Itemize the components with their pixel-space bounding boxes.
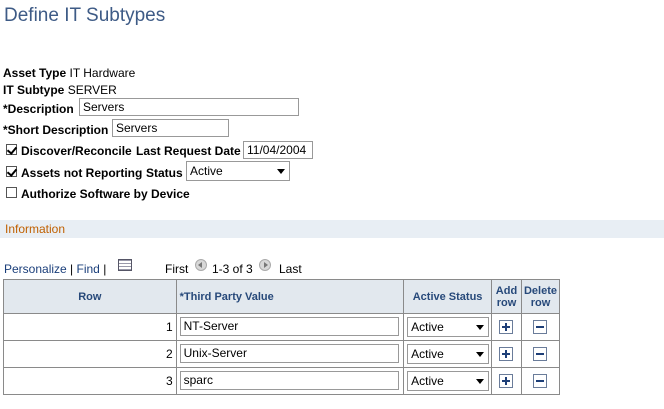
grid-toolbar: Personalize | Find |: [4, 262, 106, 276]
delete-row-header: Delete row: [520, 279, 561, 314]
find-link[interactable]: Find: [77, 262, 100, 276]
it-subtype-value: SERVER: [67, 83, 117, 97]
add-row-header: Add row: [491, 279, 522, 314]
previous-arrow-icon[interactable]: [195, 259, 207, 271]
last-request-date-label: Last Request Date: [136, 144, 241, 158]
page-range: 1-3 of 3: [212, 262, 253, 276]
status-select-value: Active: [190, 164, 223, 178]
plus-icon[interactable]: [499, 320, 514, 334]
assets-not-reporting-label: Assets not Reporting: [21, 166, 143, 180]
description-input[interactable]: Servers: [79, 98, 299, 116]
third-party-grid: Row *Third Party Value Active Status Add…: [3, 279, 561, 395]
status-cell: Active: [403, 313, 492, 341]
download-grid-icon[interactable]: [118, 259, 132, 271]
active-status-select[interactable]: Active: [407, 371, 490, 391]
plus-icon[interactable]: [499, 347, 514, 361]
active-status-select[interactable]: Active: [407, 344, 490, 364]
authorize-software-label: Authorize Software by Device: [21, 187, 190, 201]
status-cell: Active: [403, 367, 492, 395]
information-section-title: Information: [5, 222, 66, 236]
row-column-header: Row: [3, 279, 177, 314]
information-section-bar: [0, 220, 664, 238]
toolbar-separator: |: [103, 262, 107, 276]
last-request-date-field: 11/04/2004: [243, 141, 313, 159]
next-arrow-icon[interactable]: [259, 259, 271, 271]
asset-type-row: Asset Type IT Hardware: [3, 66, 135, 80]
third-party-cell: sparc: [175, 367, 405, 395]
toolbar-separator: |: [70, 262, 74, 276]
table-row: 2 Unix-Server Active: [3, 340, 561, 368]
it-subtype-label: IT Subtype: [3, 83, 65, 97]
first-label: First: [165, 262, 189, 276]
short-description-input[interactable]: Servers: [112, 119, 229, 137]
short-description-label: *Short Description: [3, 123, 109, 137]
third-party-cell: Unix-Server: [175, 340, 405, 368]
third-party-input[interactable]: sparc: [179, 371, 399, 390]
third-party-value-header[interactable]: *Third Party Value: [175, 279, 405, 314]
status-cell: Active: [403, 340, 492, 368]
active-status-header[interactable]: Active Status: [403, 279, 492, 314]
authorize-software-checkbox[interactable]: [6, 187, 17, 198]
active-status-value: Active: [411, 347, 444, 361]
third-party-cell: NT-Server: [175, 313, 405, 341]
page-title: Define IT Subtypes: [4, 5, 166, 26]
chevron-down-icon: [476, 352, 485, 357]
personalize-link[interactable]: Personalize: [4, 262, 67, 276]
row-number: 3: [3, 367, 177, 395]
description-label: *Description: [3, 102, 74, 116]
delete-cell: [520, 367, 561, 395]
chevron-down-icon: [476, 379, 485, 384]
chevron-down-icon: [476, 325, 485, 330]
chevron-down-icon: [277, 169, 285, 174]
add-cell: [491, 340, 522, 368]
status-select[interactable]: Active: [186, 161, 290, 181]
minus-icon[interactable]: [533, 320, 548, 334]
plus-icon[interactable]: [499, 374, 514, 388]
third-party-input[interactable]: Unix-Server: [179, 344, 399, 363]
add-cell: [491, 367, 522, 395]
table-row: 3 sparc Active: [3, 367, 561, 395]
last-label: Last: [279, 262, 302, 276]
active-status-value: Active: [411, 374, 444, 388]
row-number: 2: [3, 340, 177, 368]
discover-reconcile-checkbox[interactable]: [6, 144, 17, 155]
it-subtype-row: IT Subtype SERVER: [3, 83, 117, 97]
table-row: 1 NT-Server Active: [3, 313, 561, 341]
discover-reconcile-label: Discover/Reconcile: [21, 144, 132, 158]
status-label: Status: [146, 166, 183, 180]
asset-type-label: Asset Type: [3, 66, 67, 80]
active-status-value: Active: [411, 320, 444, 334]
row-number: 1: [3, 313, 177, 341]
delete-cell: [520, 313, 561, 341]
active-status-select[interactable]: Active: [407, 317, 490, 337]
minus-icon[interactable]: [533, 374, 548, 388]
assets-not-reporting-checkbox[interactable]: [6, 166, 17, 177]
asset-type-value: IT Hardware: [69, 66, 136, 80]
minus-icon[interactable]: [533, 347, 548, 361]
third-party-input[interactable]: NT-Server: [179, 317, 399, 336]
delete-cell: [520, 340, 561, 368]
add-cell: [491, 313, 522, 341]
